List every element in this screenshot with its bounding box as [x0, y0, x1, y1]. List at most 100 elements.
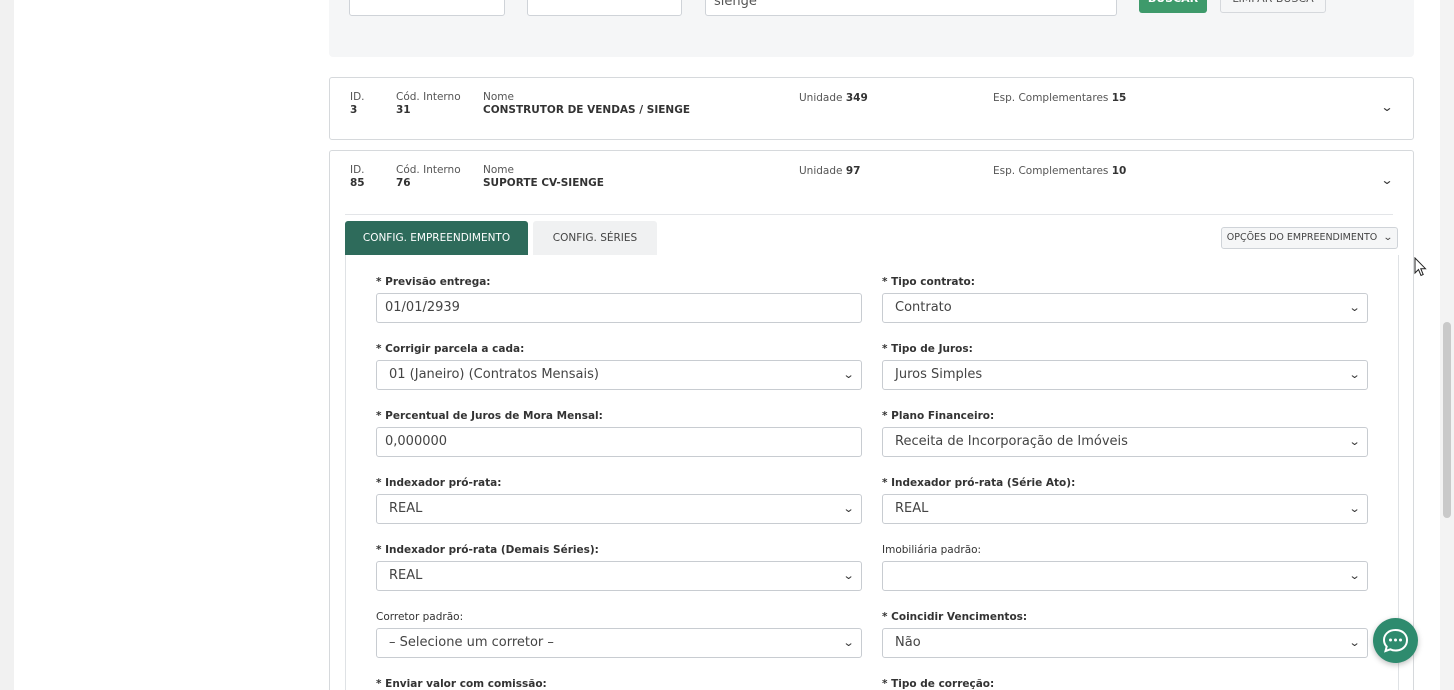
- nome-value: CONSTRUTOR DE VENDAS / SIENGE: [483, 104, 690, 116]
- chevron-down-icon: ⌄: [842, 368, 855, 381]
- cod-interno-value: 76: [396, 177, 411, 189]
- id-value: 85: [350, 177, 365, 189]
- cod-interno-label: Cód. Interno: [396, 164, 461, 176]
- id-value: 3: [350, 104, 358, 116]
- unidade-value: 349: [845, 92, 868, 104]
- indexador-serie-ato-value: REAL: [895, 501, 929, 516]
- previsao-entrega-input[interactable]: 01/01/2939: [376, 293, 862, 323]
- indexador-pro-rata-value: REAL: [389, 501, 423, 516]
- percentual-juros-input[interactable]: 0,000000: [376, 427, 862, 457]
- chat-button[interactable]: [1373, 618, 1418, 663]
- corrigir-parcela-value: 01 (Janeiro) (Contratos Mensais): [389, 367, 599, 382]
- indexador-pro-rata-select[interactable]: REAL ⌄: [376, 494, 862, 524]
- tipo-correcao-label: * Tipo de correção:: [882, 678, 995, 690]
- scrollbar-thumb[interactable]: [1443, 322, 1451, 518]
- indexador-demais-value: REAL: [389, 568, 423, 583]
- chevron-down-icon: ⌄: [1348, 502, 1361, 515]
- chevron-down-icon: ⌄: [1348, 569, 1361, 582]
- nome-column: Nome SUPORTE CV-SIENGE: [483, 164, 604, 190]
- chevron-down-icon[interactable]: ⌄: [1380, 173, 1393, 187]
- tipo-juros-field: * Tipo de Juros: Juros Simples ⌄: [882, 343, 1368, 390]
- empreendimento-card-expanded: ID. 85 Cód. Interno 76 Nome SUPORTE CV-S…: [329, 150, 1414, 690]
- chevron-down-icon: ⌄: [842, 502, 855, 515]
- opcoes-label: OPÇÕES DO EMPREENDIMENTO: [1226, 232, 1378, 243]
- chevron-down-icon: ⌄: [842, 636, 855, 649]
- esp-complementares-value: 15: [1111, 92, 1127, 104]
- unidade-info: Unidade 97: [799, 165, 860, 177]
- plano-financeiro-label: * Plano Financeiro:: [882, 410, 995, 422]
- corrigir-parcela-field: * Corrigir parcela a cada: 01 (Janeiro) …: [376, 343, 862, 390]
- tipo-contrato-value: Contrato: [895, 300, 952, 315]
- divider: [345, 214, 1393, 215]
- esp-complementares-info: Esp. Complementares 10: [993, 165, 1126, 177]
- nome-label: Nome: [483, 91, 514, 103]
- indexador-serie-ato-select[interactable]: REAL ⌄: [882, 494, 1368, 524]
- tipo-contrato-field: * Tipo contrato: Contrato ⌄: [882, 276, 1368, 323]
- corrigir-parcela-select[interactable]: 01 (Janeiro) (Contratos Mensais) ⌄: [376, 360, 862, 390]
- indexador-serie-ato-label: * Indexador pró-rata (Série Ato):: [882, 477, 1076, 489]
- id-label: ID.: [350, 164, 365, 176]
- empreendimento-card[interactable]: ID. 3 Cód. Interno 31 Nome CONSTRUTOR DE…: [329, 77, 1414, 140]
- cod-interno-column: Cód. Interno 31: [396, 91, 461, 117]
- tab-config-empreendimento[interactable]: CONFIG. EMPREENDIMENTO: [345, 221, 528, 255]
- chevron-down-icon: ⌄: [1348, 636, 1361, 649]
- indexador-pro-rata-label: * Indexador pró-rata:: [376, 477, 502, 489]
- esp-complementares-label: Esp. Complementares: [993, 165, 1109, 177]
- plano-financeiro-value: Receita de Incorporação de Imóveis: [895, 434, 1128, 449]
- search-input[interactable]: sienge: [705, 0, 1117, 16]
- coincidir-vencimentos-field: * Coincidir Vencimentos: Não ⌄: [882, 611, 1368, 658]
- imobiliaria-padrao-field: Imobiliária padrão: ⌄: [882, 544, 1368, 591]
- indexador-serie-ato-field: * Indexador pró-rata (Série Ato): REAL ⌄: [882, 477, 1368, 524]
- config-form: * Previsão entrega: 01/01/2939 * Tipo co…: [345, 255, 1399, 690]
- cod-interno-value: 31: [396, 104, 411, 116]
- limpar-busca-button[interactable]: LIMPAR BUSCA: [1220, 0, 1326, 13]
- corretor-padrao-value: – Selecione um corretor –: [389, 635, 554, 650]
- plano-financeiro-field: * Plano Financeiro: Receita de Incorpora…: [882, 410, 1368, 457]
- esp-complementares-info: Esp. Complementares 15: [993, 92, 1126, 104]
- tipo-contrato-label: * Tipo contrato:: [882, 276, 975, 288]
- indexador-demais-select[interactable]: REAL ⌄: [376, 561, 862, 591]
- previsao-entrega-label: * Previsão entrega:: [376, 276, 491, 288]
- corretor-padrao-select[interactable]: – Selecione um corretor – ⌄: [376, 628, 862, 658]
- left-gutter: [0, 0, 14, 690]
- imobiliaria-padrao-label: Imobiliária padrão:: [882, 544, 982, 556]
- nome-value: SUPORTE CV-SIENGE: [483, 177, 604, 189]
- coincidir-vencimentos-select[interactable]: Não ⌄: [882, 628, 1368, 658]
- unidade-label: Unidade: [799, 92, 843, 104]
- chevron-down-icon: ⌄: [1348, 368, 1361, 381]
- percentual-juros-field: * Percentual de Juros de Mora Mensal: 0,…: [376, 410, 862, 457]
- opcoes-empreendimento-dropdown[interactable]: OPÇÕES DO EMPREENDIMENTO ⌄: [1221, 227, 1398, 249]
- corretor-padrao-field: Corretor padrão: – Selecione um corretor…: [376, 611, 862, 658]
- indexador-pro-rata-field: * Indexador pró-rata: REAL ⌄: [376, 477, 862, 524]
- page-scrollbar[interactable]: [1440, 0, 1454, 690]
- tipo-correcao-field: * Tipo de correção:: [882, 678, 1368, 690]
- tipo-juros-select[interactable]: Juros Simples ⌄: [882, 360, 1368, 390]
- tipo-contrato-select[interactable]: Contrato ⌄: [882, 293, 1368, 323]
- cod-interno-label: Cód. Interno: [396, 91, 461, 103]
- chevron-down-icon: ⌄: [1348, 301, 1361, 314]
- esp-complementares-value: 10: [1111, 165, 1127, 177]
- enviar-valor-comissao-label: * Enviar valor com comissão:: [376, 678, 547, 690]
- tipo-juros-value: Juros Simples: [895, 367, 983, 382]
- search-filter-field-1[interactable]: [349, 0, 505, 16]
- esp-complementares-label: Esp. Complementares: [993, 92, 1109, 104]
- plano-financeiro-select[interactable]: Receita de Incorporação de Imóveis ⌄: [882, 427, 1368, 457]
- mouse-cursor-icon: [1414, 257, 1427, 277]
- chevron-down-icon: ⌄: [1348, 435, 1361, 448]
- id-label: ID.: [350, 91, 365, 103]
- nome-label: Nome: [483, 164, 514, 176]
- chat-icon: [1382, 628, 1409, 653]
- tab-config-series[interactable]: CONFIG. SÉRIES: [533, 221, 657, 255]
- unidade-label: Unidade: [799, 165, 843, 177]
- id-column: ID. 85: [350, 164, 365, 190]
- imobiliaria-padrao-select[interactable]: ⌄: [882, 561, 1368, 591]
- enviar-valor-comissao-field: * Enviar valor com comissão:: [376, 678, 862, 690]
- nome-column: Nome CONSTRUTOR DE VENDAS / SIENGE: [483, 91, 690, 117]
- buscar-button[interactable]: BUSCAR: [1139, 0, 1207, 13]
- chevron-down-icon[interactable]: ⌄: [1380, 100, 1393, 114]
- percentual-juros-label: * Percentual de Juros de Mora Mensal:: [376, 410, 603, 422]
- search-filter-field-2[interactable]: [527, 0, 682, 16]
- previsao-entrega-field: * Previsão entrega: 01/01/2939: [376, 276, 862, 323]
- indexador-demais-label: * Indexador pró-rata (Demais Séries):: [376, 544, 599, 556]
- chevron-down-icon: ⌄: [842, 569, 855, 582]
